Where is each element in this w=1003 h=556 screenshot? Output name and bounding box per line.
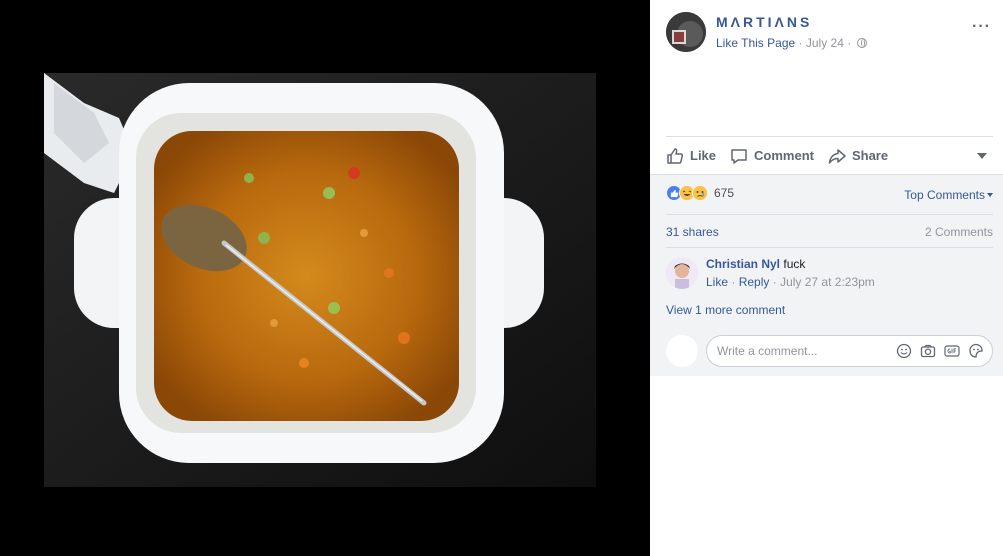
share-label: Share	[851, 148, 889, 163]
comment-input-box[interactable]	[706, 335, 993, 367]
composer-icons	[896, 343, 984, 359]
soup-bowl-image	[44, 73, 596, 487]
meta-dot: ·	[798, 36, 803, 50]
comment-timestamp[interactable]: July 27 at 2:23pm	[780, 275, 875, 289]
like-label: Like	[690, 148, 717, 163]
like-page-link[interactable]: Like This Page	[716, 36, 795, 50]
thumbs-up-icon	[667, 147, 684, 164]
gif-icon[interactable]	[944, 343, 960, 359]
post-panel: MΛRTIΛNS Like This Page · July 24 · ··· …	[650, 0, 1003, 556]
comment-body: Christian Nyl fuck	[706, 257, 805, 271]
comment-button[interactable]: Comment	[730, 147, 814, 165]
page-avatar[interactable]	[666, 12, 706, 52]
comments-section: 675 Top Comments 31 shares 2 Comments Ch…	[650, 174, 1003, 376]
reactions-summary[interactable]: 675	[666, 185, 734, 201]
like-button[interactable]: Like	[666, 147, 716, 165]
page-name[interactable]: MΛRTIΛNS	[716, 14, 812, 30]
chevron-down-icon[interactable]	[977, 153, 987, 159]
comment-icon	[731, 148, 747, 164]
top-comments-label: Top Comments	[904, 188, 985, 202]
post-meta: Like This Page · July 24 ·	[716, 36, 867, 50]
post-photo[interactable]	[44, 73, 596, 487]
post-actions: Like Comment Share	[666, 136, 993, 174]
more-options-icon[interactable]: ···	[972, 19, 991, 35]
meta-dot: ·	[847, 36, 852, 50]
comment-reply-link[interactable]: Reply	[739, 275, 770, 289]
meta-dot: ·	[772, 275, 777, 289]
current-user-avatar	[666, 335, 698, 367]
photo-viewer	[0, 0, 650, 556]
comment-text: fuck	[783, 257, 806, 271]
camera-icon[interactable]	[920, 343, 936, 359]
caret-down-icon	[987, 193, 993, 197]
globe-icon	[856, 38, 867, 48]
comment-like-link[interactable]: Like	[706, 275, 728, 289]
share-icon	[828, 148, 846, 164]
divider	[666, 214, 993, 215]
comment-count[interactable]: 2 Comments	[925, 225, 993, 239]
view-more-comments-link[interactable]: View 1 more comment	[666, 303, 785, 317]
sticker-icon[interactable]	[968, 343, 984, 359]
comment-composer	[666, 333, 993, 369]
sad-reaction-icon	[692, 185, 708, 201]
comment-author[interactable]: Christian Nyl	[706, 257, 780, 271]
comment-meta: Like · Reply · July 27 at 2:23pm	[706, 275, 875, 289]
divider	[666, 247, 993, 248]
comment-input[interactable]	[707, 336, 887, 366]
shares-count[interactable]: 31 shares	[666, 225, 719, 239]
commenter-avatar[interactable]	[666, 257, 698, 289]
top-comments-dropdown[interactable]: Top Comments	[904, 188, 993, 202]
meta-dot: ·	[731, 275, 736, 289]
post-date[interactable]: July 24	[806, 36, 844, 50]
comment-item: Christian Nyl fuck Like · Reply · July 2…	[666, 257, 993, 293]
comment-label: Comment	[754, 148, 814, 163]
emoji-icon[interactable]	[896, 343, 912, 359]
reaction-count[interactable]: 675	[714, 186, 734, 200]
share-button[interactable]: Share	[828, 147, 888, 165]
